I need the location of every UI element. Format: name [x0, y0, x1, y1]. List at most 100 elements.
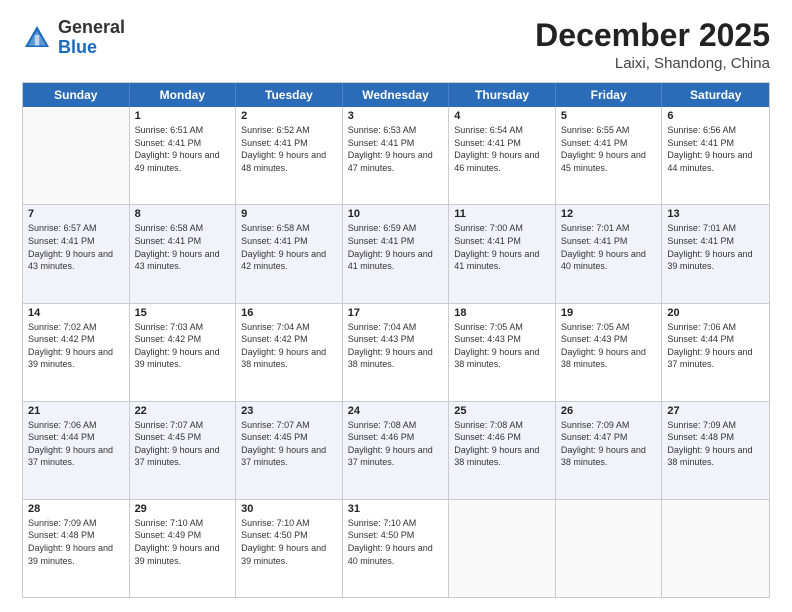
day-number: 27 — [667, 405, 764, 417]
day-number: 15 — [135, 307, 231, 319]
cell-info: Sunrise: 7:10 AM Sunset: 4:50 PM Dayligh… — [348, 517, 444, 567]
day-number: 6 — [667, 110, 764, 122]
day-number: 11 — [454, 208, 550, 220]
day-number: 18 — [454, 307, 550, 319]
header-day-thursday: Thursday — [449, 83, 556, 107]
calendar-header: SundayMondayTuesdayWednesdayThursdayFrid… — [23, 83, 769, 107]
cell-info: Sunrise: 7:01 AM Sunset: 4:41 PM Dayligh… — [561, 222, 657, 272]
day-number: 21 — [28, 405, 124, 417]
calendar-body: 1 Sunrise: 6:51 AM Sunset: 4:41 PM Daylig… — [23, 107, 769, 597]
calendar: SundayMondayTuesdayWednesdayThursdayFrid… — [22, 82, 770, 598]
day-number: 28 — [28, 503, 124, 515]
empty-cell — [23, 107, 130, 204]
cell-info: Sunrise: 7:05 AM Sunset: 4:43 PM Dayligh… — [454, 321, 550, 371]
day-cell-27: 27 Sunrise: 7:09 AM Sunset: 4:48 PM Dayli… — [662, 402, 769, 499]
day-number: 5 — [561, 110, 657, 122]
day-number: 2 — [241, 110, 337, 122]
cell-info: Sunrise: 7:07 AM Sunset: 4:45 PM Dayligh… — [135, 419, 231, 469]
cell-info: Sunrise: 6:59 AM Sunset: 4:41 PM Dayligh… — [348, 222, 444, 272]
day-cell-9: 9Sunrise: 6:58 AM Sunset: 4:41 PM Daylig… — [236, 205, 343, 302]
day-cell-4: 4 Sunrise: 6:54 AM Sunset: 4:41 PM Daylig… — [449, 107, 556, 204]
cell-info: Sunrise: 6:52 AM Sunset: 4:41 PM Dayligh… — [241, 124, 337, 174]
day-number: 9 — [241, 208, 337, 220]
cell-info: Sunrise: 7:02 AM Sunset: 4:42 PM Dayligh… — [28, 321, 124, 371]
day-number: 26 — [561, 405, 657, 417]
day-number: 31 — [348, 503, 444, 515]
logo-text: General Blue — [58, 18, 125, 58]
cell-info: Sunrise: 6:51 AM Sunset: 4:41 PM Dayligh… — [135, 124, 231, 174]
day-cell-31: 31 Sunrise: 7:10 AM Sunset: 4:50 PM Dayli… — [343, 500, 450, 597]
header-day-wednesday: Wednesday — [343, 83, 450, 107]
day-cell-23: 23Sunrise: 7:07 AM Sunset: 4:45 PM Dayli… — [236, 402, 343, 499]
day-cell-14: 14Sunrise: 7:02 AM Sunset: 4:42 PM Dayli… — [23, 304, 130, 401]
day-cell-29: 29Sunrise: 7:10 AM Sunset: 4:49 PM Dayli… — [130, 500, 237, 597]
day-cell-13: 13 Sunrise: 7:01 AM Sunset: 4:41 PM Dayli… — [662, 205, 769, 302]
day-cell-20: 20 Sunrise: 7:06 AM Sunset: 4:44 PM Dayli… — [662, 304, 769, 401]
day-cell-21: 21 Sunrise: 7:06 AM Sunset: 4:44 PM Dayli… — [23, 402, 130, 499]
calendar-row-3: 14Sunrise: 7:02 AM Sunset: 4:42 PM Dayli… — [23, 303, 769, 401]
cell-info: Sunrise: 7:06 AM Sunset: 4:44 PM Dayligh… — [667, 321, 764, 371]
cell-info: Sunrise: 7:10 AM Sunset: 4:49 PM Dayligh… — [135, 517, 231, 567]
location: Laixi, Shandong, China — [535, 55, 770, 72]
cell-info: Sunrise: 7:03 AM Sunset: 4:42 PM Dayligh… — [135, 321, 231, 371]
logo-icon — [22, 23, 52, 53]
empty-cell — [662, 500, 769, 597]
cell-info: Sunrise: 7:04 AM Sunset: 4:42 PM Dayligh… — [241, 321, 337, 371]
title-section: December 2025 Laixi, Shandong, China — [535, 18, 770, 72]
day-number: 12 — [561, 208, 657, 220]
day-cell-24: 24Sunrise: 7:08 AM Sunset: 4:46 PM Dayli… — [343, 402, 450, 499]
day-cell-2: 2 Sunrise: 6:52 AM Sunset: 4:41 PM Daylig… — [236, 107, 343, 204]
calendar-row-5: 28 Sunrise: 7:09 AM Sunset: 4:48 PM Dayli… — [23, 499, 769, 597]
cell-info: Sunrise: 6:56 AM Sunset: 4:41 PM Dayligh… — [667, 124, 764, 174]
day-number: 10 — [348, 208, 444, 220]
cell-info: Sunrise: 7:09 AM Sunset: 4:48 PM Dayligh… — [28, 517, 124, 567]
cell-info: Sunrise: 6:53 AM Sunset: 4:41 PM Dayligh… — [348, 124, 444, 174]
day-cell-30: 30 Sunrise: 7:10 AM Sunset: 4:50 PM Dayli… — [236, 500, 343, 597]
day-number: 16 — [241, 307, 337, 319]
month-title: December 2025 — [535, 18, 770, 53]
day-number: 13 — [667, 208, 764, 220]
header-day-tuesday: Tuesday — [236, 83, 343, 107]
cell-info: Sunrise: 7:09 AM Sunset: 4:48 PM Dayligh… — [667, 419, 764, 469]
empty-cell — [449, 500, 556, 597]
day-cell-22: 22 Sunrise: 7:07 AM Sunset: 4:45 PM Dayli… — [130, 402, 237, 499]
cell-info: Sunrise: 7:00 AM Sunset: 4:41 PM Dayligh… — [454, 222, 550, 272]
logo-blue-text: Blue — [58, 37, 97, 57]
day-cell-10: 10 Sunrise: 6:59 AM Sunset: 4:41 PM Dayli… — [343, 205, 450, 302]
day-cell-16: 16 Sunrise: 7:04 AM Sunset: 4:42 PM Dayli… — [236, 304, 343, 401]
day-cell-8: 8 Sunrise: 6:58 AM Sunset: 4:41 PM Daylig… — [130, 205, 237, 302]
cell-info: Sunrise: 7:09 AM Sunset: 4:47 PM Dayligh… — [561, 419, 657, 469]
day-number: 22 — [135, 405, 231, 417]
day-number: 30 — [241, 503, 337, 515]
calendar-row-1: 1 Sunrise: 6:51 AM Sunset: 4:41 PM Daylig… — [23, 107, 769, 204]
day-number: 7 — [28, 208, 124, 220]
day-number: 3 — [348, 110, 444, 122]
day-number: 8 — [135, 208, 231, 220]
day-number: 17 — [348, 307, 444, 319]
cell-info: Sunrise: 6:54 AM Sunset: 4:41 PM Dayligh… — [454, 124, 550, 174]
day-cell-1: 1 Sunrise: 6:51 AM Sunset: 4:41 PM Daylig… — [130, 107, 237, 204]
day-number: 1 — [135, 110, 231, 122]
cell-info: Sunrise: 7:10 AM Sunset: 4:50 PM Dayligh… — [241, 517, 337, 567]
day-number: 25 — [454, 405, 550, 417]
day-cell-17: 17 Sunrise: 7:04 AM Sunset: 4:43 PM Dayli… — [343, 304, 450, 401]
day-cell-11: 11 Sunrise: 7:00 AM Sunset: 4:41 PM Dayli… — [449, 205, 556, 302]
cell-info: Sunrise: 7:01 AM Sunset: 4:41 PM Dayligh… — [667, 222, 764, 272]
day-number: 23 — [241, 405, 337, 417]
day-cell-3: 3 Sunrise: 6:53 AM Sunset: 4:41 PM Daylig… — [343, 107, 450, 204]
day-number: 24 — [348, 405, 444, 417]
header-day-saturday: Saturday — [662, 83, 769, 107]
cell-info: Sunrise: 7:04 AM Sunset: 4:43 PM Dayligh… — [348, 321, 444, 371]
day-cell-19: 19Sunrise: 7:05 AM Sunset: 4:43 PM Dayli… — [556, 304, 663, 401]
day-number: 20 — [667, 307, 764, 319]
cell-info: Sunrise: 6:55 AM Sunset: 4:41 PM Dayligh… — [561, 124, 657, 174]
day-cell-15: 15 Sunrise: 7:03 AM Sunset: 4:42 PM Dayli… — [130, 304, 237, 401]
logo: General Blue — [22, 18, 125, 58]
cell-info: Sunrise: 6:58 AM Sunset: 4:41 PM Dayligh… — [135, 222, 231, 272]
cell-info: Sunrise: 7:06 AM Sunset: 4:44 PM Dayligh… — [28, 419, 124, 469]
cell-info: Sunrise: 7:08 AM Sunset: 4:46 PM Dayligh… — [454, 419, 550, 469]
calendar-row-2: 7Sunrise: 6:57 AM Sunset: 4:41 PM Daylig… — [23, 204, 769, 302]
empty-cell — [556, 500, 663, 597]
day-number: 4 — [454, 110, 550, 122]
header-day-sunday: Sunday — [23, 83, 130, 107]
